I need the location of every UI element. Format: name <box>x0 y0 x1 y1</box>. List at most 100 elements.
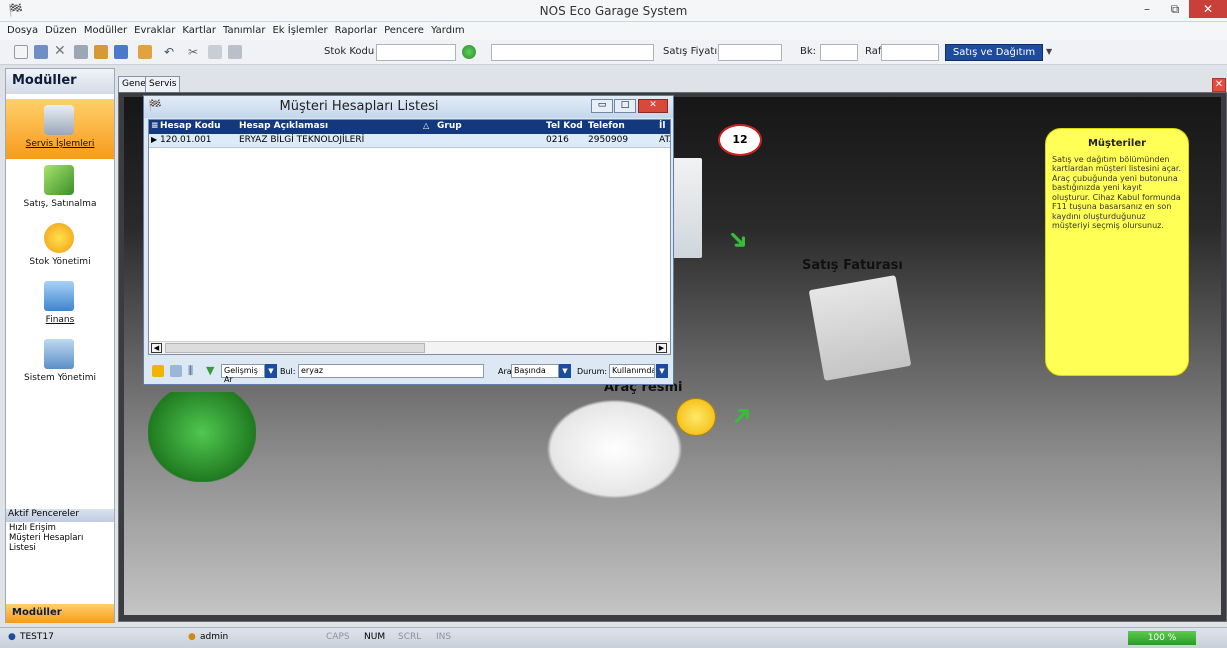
col-hesap-aciklamasi[interactable]: Hesap Açıklaması <box>239 121 328 131</box>
menu-evraklar[interactable]: Evraklar <box>134 25 175 36</box>
pen-check-icon <box>44 165 74 195</box>
copy-icon[interactable] <box>170 365 182 377</box>
sidebar-item-finans[interactable]: Finans <box>6 275 114 335</box>
dialog-minimize-button[interactable]: ▭ <box>591 99 613 113</box>
green-car-image <box>148 392 256 482</box>
smiley-icon <box>676 398 716 436</box>
window-controls: – ⧉ ✕ <box>1133 0 1227 20</box>
table-row[interactable]: ▶ 120.01.001 ERYAZ BİLGİ TEKNOLOJİLERİ 0… <box>149 134 670 148</box>
save-icon[interactable] <box>34 45 48 59</box>
toolbar: ✕ ↶ ✂ Stok Kodu Satış Fiyatı Bk: Raf Sat… <box>0 40 1227 65</box>
menu-dosya[interactable]: Dosya <box>7 25 38 36</box>
aktif-pencereler-header: Aktif Pencereler <box>6 509 114 522</box>
restore-button[interactable]: ⧉ <box>1161 0 1189 18</box>
chevron-down-icon[interactable]: ▼ <box>559 364 571 378</box>
sidebar: Modüller Servis İşlemleri Satış, Satınal… <box>5 68 115 623</box>
stok-adi-field[interactable] <box>491 44 654 61</box>
dialog-close-button[interactable]: ✕ <box>638 99 668 113</box>
invoice-image <box>808 275 912 381</box>
satis-fiyati-input[interactable] <box>718 44 782 61</box>
sidebar-item-satis[interactable]: Satış, Satınalma <box>6 159 114 219</box>
musteri-hesaplari-dialog: 🏁 Müşteri Hesapları Listesi ▭ □ ✕ ≡ Hesa… <box>143 95 674 385</box>
stok-kodu-input[interactable] <box>376 44 456 61</box>
dialog-title-bar[interactable]: 🏁 Müşteri Hesapları Listesi ▭ □ ✕ <box>144 96 673 118</box>
bul-label: Bul: <box>280 367 296 376</box>
cut-icon[interactable]: ✂ <box>188 45 202 59</box>
sidebar-item-label: Servis İşlemleri <box>25 139 95 149</box>
system-icon <box>44 339 74 369</box>
durum-dropdown[interactable]: Kullanımda <box>609 364 655 378</box>
horizontal-scrollbar[interactable]: ◀ ▶ <box>149 341 670 354</box>
sidebar-item-stok[interactable]: Stok Yönetimi <box>6 217 114 277</box>
menu-yardim[interactable]: Yardım <box>431 25 465 36</box>
users-icon[interactable] <box>94 45 108 59</box>
chevron-down-icon[interactable]: ▼ <box>1046 45 1060 59</box>
copy-icon[interactable] <box>208 45 222 59</box>
folder-icon <box>44 281 74 311</box>
gelismis-ara-dropdown[interactable]: Gelişmiş Ar <box>221 364 265 384</box>
dialog-footer: ⫼ ▼ Gelişmiş Ar ▼ Bul: eryaz Ara: Başınd… <box>148 362 671 384</box>
open-folder-icon[interactable] <box>152 365 164 377</box>
filter-icon[interactable]: ▼ <box>206 364 214 377</box>
cell-tel-kod: 0216 <box>546 135 569 145</box>
col-telefon[interactable]: Telefon <box>588 121 625 131</box>
menu-raporlar[interactable]: Raporlar <box>335 25 377 36</box>
list-item[interactable]: Hızlı Erişim <box>9 523 111 533</box>
column-chooser-icon[interactable]: ≡ <box>151 121 159 131</box>
tab-servis[interactable]: Servis <box>145 76 181 92</box>
dialog-maximize-button[interactable]: □ <box>614 99 636 113</box>
raf-label: Raf <box>865 46 882 57</box>
zoom-indicator[interactable]: 100 % <box>1128 631 1196 645</box>
col-il[interactable]: İl <box>659 121 665 131</box>
menu-duzen[interactable]: Düzen <box>45 25 77 36</box>
col-hesap-kodu[interactable]: Hesap Kodu <box>160 121 221 131</box>
close-button[interactable]: ✕ <box>1189 0 1227 18</box>
wrench-icon <box>44 105 74 135</box>
scroll-right-icon[interactable]: ▶ <box>656 343 667 353</box>
users-icon: ● <box>188 632 196 642</box>
calendar-icon[interactable] <box>138 45 152 59</box>
menu-bar: Dosya Düzen Modüller Evraklar Kartlar Tanımla… <box>0 22 1227 40</box>
color-balls-icon[interactable] <box>462 45 476 59</box>
menu-moduller[interactable]: Modüller <box>84 25 127 36</box>
white-car-image <box>542 396 687 502</box>
col-grup[interactable]: Grup <box>437 121 462 131</box>
new-document-icon[interactable] <box>14 45 28 59</box>
card-icon[interactable] <box>114 45 128 59</box>
scroll-left-icon[interactable]: ◀ <box>151 343 162 353</box>
satis-dagitim-button[interactable]: Satış ve Dağıtım <box>945 44 1043 61</box>
document-image <box>672 158 702 258</box>
sidebar-footer-moduller[interactable]: Modüller <box>6 604 114 623</box>
menu-ek-islemler[interactable]: Ek İşlemler <box>272 25 327 36</box>
list-item[interactable]: Müşteri Hesapları Listesi <box>9 533 111 553</box>
stok-kodu-label: Stok Kodu <box>324 46 375 57</box>
status-ins: INS <box>436 632 452 642</box>
step-badge: 12 <box>718 124 762 156</box>
paste-icon[interactable] <box>228 45 242 59</box>
sidebar-item-sistem[interactable]: Sistem Yönetimi <box>6 333 114 393</box>
minimize-button[interactable]: – <box>1133 0 1161 18</box>
raf-input[interactable] <box>881 44 939 61</box>
ara-dropdown[interactable]: Başında <box>511 364 559 378</box>
bk-input[interactable] <box>820 44 858 61</box>
window-title: NOS Eco Garage System <box>539 4 688 18</box>
menu-kartlar[interactable]: Kartlar <box>182 25 216 36</box>
status-scrl: SCRL <box>398 632 422 642</box>
columns-icon[interactable]: ⫼ <box>188 364 193 378</box>
print-icon[interactable] <box>74 45 88 59</box>
undo-icon[interactable]: ↶ <box>164 45 178 59</box>
menu-pencere[interactable]: Pencere <box>384 25 424 36</box>
delete-icon[interactable]: ✕ <box>54 44 68 59</box>
scroll-thumb[interactable] <box>165 343 425 353</box>
status-bar: ● TEST17 ● admin CAPS NUM SCRL INS 100 % <box>0 627 1227 648</box>
col-tel-kod[interactable]: Tel Kod <box>546 121 583 131</box>
close-tab-button[interactable]: ✕ <box>1212 78 1226 92</box>
durum-label: Durum: <box>577 367 608 376</box>
bul-input[interactable]: eryaz <box>298 364 484 378</box>
status-user: TEST17 <box>20 632 54 642</box>
chevron-down-icon[interactable]: ▼ <box>265 364 277 378</box>
menu-tanimlar[interactable]: Tanımlar <box>223 25 265 36</box>
sidebar-item-servis[interactable]: Servis İşlemleri <box>6 99 114 159</box>
chevron-down-icon[interactable]: ▼ <box>656 364 668 378</box>
cell-telefon: 2950909 <box>588 135 629 145</box>
